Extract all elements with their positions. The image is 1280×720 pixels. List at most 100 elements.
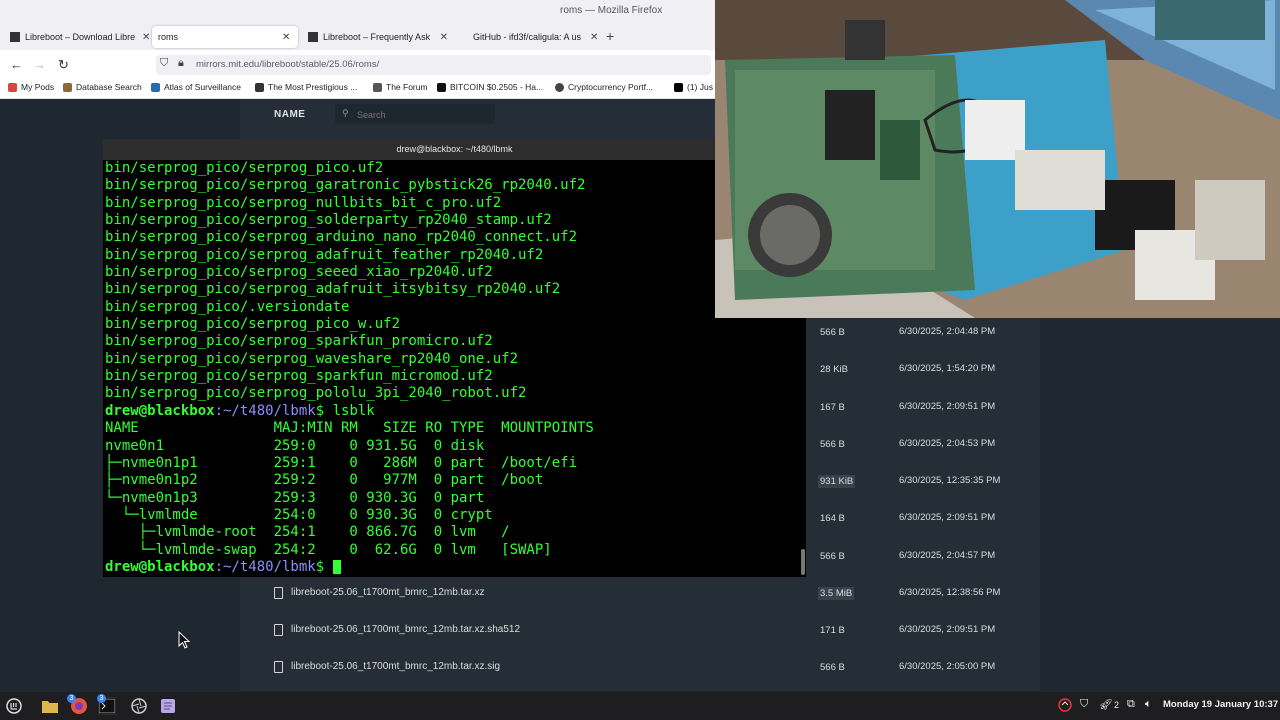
bookmark-label: The Most Prestigious ... — [268, 82, 358, 92]
pods-favicon-icon — [8, 82, 17, 92]
text-editor-icon[interactable] — [159, 697, 177, 715]
close-icon[interactable]: ✕ — [282, 32, 290, 43]
firefox-badge: 3 — [67, 694, 76, 703]
lsblk-line: ├─nvme0n1p1 259:1 0 286M 0 part /boot/ef… — [105, 454, 578, 471]
close-icon[interactable]: ✕ — [590, 32, 598, 43]
name-column-header[interactable]: NAME — [274, 109, 305, 120]
prestigious-favicon-icon — [255, 82, 264, 92]
terminal-active-prompt: drew@blackbox:~/t480/lbmk$ — [105, 559, 795, 576]
bookmark-label: Atlas of Surveillance — [164, 82, 242, 92]
bookmark-x[interactable]: (1) Jus — [674, 82, 713, 92]
table-row[interactable]: libreboot-25.06_t1700mt_bmrc_12mb.tar.xz… — [240, 650, 1040, 686]
file-size: 566 B — [820, 327, 845, 338]
rocket-icon[interactable]: 🚀︎ — [1099, 698, 1113, 711]
terminal-window[interactable]: drew@blackbox: ~/t480/lbmk bin/serprog_p… — [103, 139, 806, 577]
network-icon[interactable]: ⧉ — [1127, 698, 1135, 711]
webcam-image — [715, 0, 1280, 318]
terminal-line: bin/serprog_pico/.versiondate — [105, 298, 350, 315]
libreboot-favicon-icon — [10, 32, 20, 42]
workspace-count[interactable]: 2 — [1114, 700, 1119, 710]
terminal-line: bin/serprog_pico/serprog_sparkfun_microm… — [105, 368, 493, 385]
file-size: 28 KiB — [820, 364, 848, 375]
terminal-output[interactable]: bin/serprog_pico/serprog_pico.uf2 bin/ser… — [105, 160, 795, 575]
volume-icon[interactable]: 🔈︎ — [1145, 698, 1152, 711]
update-icon[interactable] — [1058, 698, 1072, 715]
lock-icon[interactable]: 🔒︎ — [178, 57, 184, 70]
terminal-command: $ lsblk — [315, 402, 375, 419]
file-date: 6/30/2025, 2:04:57 PM — [899, 550, 996, 561]
menu-icon[interactable] — [5, 697, 23, 715]
table-row[interactable]: libreboot-25.06_t1700mt_bmrc_12mb.tar.xz… — [240, 613, 1040, 649]
prompt-user: drew@blackbox — [105, 402, 215, 419]
url-bar[interactable]: ⛉ 🔒︎ mirrors.mit.edu/libreboot/stable/25… — [156, 55, 711, 75]
file-icon — [274, 587, 283, 599]
tab-github-caligula[interactable]: GitHub - ifd3f/caligula: A us ✕ — [452, 26, 600, 48]
terminal-line: bin/serprog_pico/serprog_solderparty_rp2… — [105, 212, 552, 229]
forum-favicon-icon — [373, 82, 382, 92]
libreboot-favicon-icon — [308, 32, 318, 42]
folder-icon[interactable] — [41, 697, 59, 715]
camera-aperture-icon[interactable] — [130, 697, 148, 715]
back-arrow-icon[interactable]: ← — [10, 57, 23, 72]
file-icon — [274, 661, 283, 673]
terminal-badge: 3 — [97, 694, 106, 703]
terminal-line: bin/serprog_pico/serprog_sparkfun_promic… — [105, 333, 493, 350]
url-text[interactable]: mirrors.mit.edu/libreboot/stable/25.06/r… — [196, 59, 379, 70]
file-date: 6/30/2025, 2:05:00 PM — [899, 661, 996, 672]
file-name[interactable]: libreboot-25.06_t1700mt_bmrc_12mb.tar.xz… — [291, 661, 500, 672]
bookmark-label: (1) Jus — [687, 82, 713, 92]
terminal-line: bin/serprog_pico/serprog_garatronic_pybs… — [105, 177, 586, 194]
prompt-suffix: $ — [315, 558, 333, 575]
terminal-line: bin/serprog_pico/serprog_pico_w.uf2 — [105, 316, 401, 333]
table-row[interactable]: libreboot-25.06_t1700mt_bmrc_12mb.tar.xz… — [240, 576, 1040, 612]
terminal-title[interactable]: drew@blackbox: ~/t480/lbmk — [103, 139, 806, 160]
lsblk-line: ├─nvme0n1p2 259:2 0 977M 0 part /boot — [105, 472, 544, 489]
mouse-pointer-icon — [178, 631, 191, 649]
file-date: 6/30/2025, 1:54:20 PM — [899, 363, 996, 374]
file-size: 566 B — [820, 662, 845, 673]
bookmark-label: My Pods — [21, 82, 55, 92]
terminal-line: bin/serprog_pico/serprog_nullbits_bit_c_… — [105, 194, 502, 211]
file-date: 6/30/2025, 2:04:48 PM — [899, 326, 996, 337]
clock[interactable]: Monday 19 January 10:37 — [1163, 699, 1278, 710]
file-name[interactable]: libreboot-25.06_t1700mt_bmrc_12mb.tar.xz — [291, 587, 484, 598]
bookmark-crypto-portfolio[interactable]: Cryptocurrency Portf... — [555, 82, 653, 92]
bookmark-the-forum[interactable]: The Forum — [373, 82, 428, 92]
github-favicon-icon — [458, 32, 468, 42]
x-favicon-icon — [674, 82, 683, 92]
reload-icon[interactable]: ↻ — [58, 57, 69, 73]
window-titlebar[interactable]: roms — Mozilla Firefox — [0, 0, 715, 24]
bookmark-bitcoin[interactable]: BITCOIN $0.2505 - Ha... — [437, 82, 543, 92]
terminal-scrollbar[interactable] — [801, 549, 805, 575]
terminal-line: bin/serprog_pico/serprog_seeed_xiao_rp20… — [105, 264, 493, 281]
terminal-cursor — [332, 559, 341, 574]
terminal-command-line: drew@blackbox:~/t480/lbmk$ lsblk — [105, 403, 795, 420]
bookmark-database-search[interactable]: Database Search — [63, 82, 142, 92]
bookmark-most-prestigious[interactable]: The Most Prestigious ... — [255, 82, 357, 92]
bookmark-my-pods[interactable]: My Pods — [8, 82, 54, 92]
file-date: 6/30/2025, 2:09:51 PM — [899, 624, 996, 635]
close-icon[interactable]: ✕ — [440, 32, 448, 43]
file-name[interactable]: libreboot-25.06_t1700mt_bmrc_12mb.tar.xz… — [291, 624, 520, 635]
database-favicon-icon — [63, 82, 72, 92]
tab-roms[interactable]: roms ✕ — [152, 26, 298, 48]
file-icon — [274, 624, 283, 636]
navigation-bar: ← → ↻ ⛉ 🔒︎ mirrors.mit.edu/libreboot/sta… — [0, 52, 715, 78]
new-tab-plus-icon[interactable]: + — [606, 28, 614, 44]
search-box[interactable]: ⚲ — [335, 104, 495, 124]
lsblk-line: └─nvme0n1p3 259:3 0 930.3G 0 part — [105, 489, 485, 506]
tab-libreboot-faq[interactable]: Libreboot – Frequently Ask ✕ — [302, 26, 448, 48]
forward-arrow-icon[interactable]: → — [33, 57, 46, 72]
shield-icon[interactable]: ⛉ — [160, 57, 168, 70]
lsblk-line: └─lvmlmde 254:0 0 930.3G 0 crypt — [105, 506, 493, 523]
file-size: 566 B — [820, 551, 845, 562]
terminal-line: bin/serprog_pico/serprog_pico.uf2 — [105, 160, 384, 176]
terminal-line: bin/serprog_pico/serprog_adafruit_feathe… — [105, 246, 544, 263]
close-icon[interactable]: ✕ — [142, 32, 150, 43]
shield-icon[interactable]: ⛉ — [1080, 698, 1088, 711]
tab-libreboot-download[interactable]: Libreboot – Download Libre ✕ — [4, 26, 152, 48]
search-input[interactable] — [355, 106, 489, 124]
bookmark-atlas-surveillance[interactable]: Atlas of Surveillance — [151, 82, 241, 92]
terminal-line: bin/serprog_pico/serprog_pololu_3pi_2040… — [105, 385, 527, 402]
file-date: 6/30/2025, 2:04:53 PM — [899, 438, 996, 449]
